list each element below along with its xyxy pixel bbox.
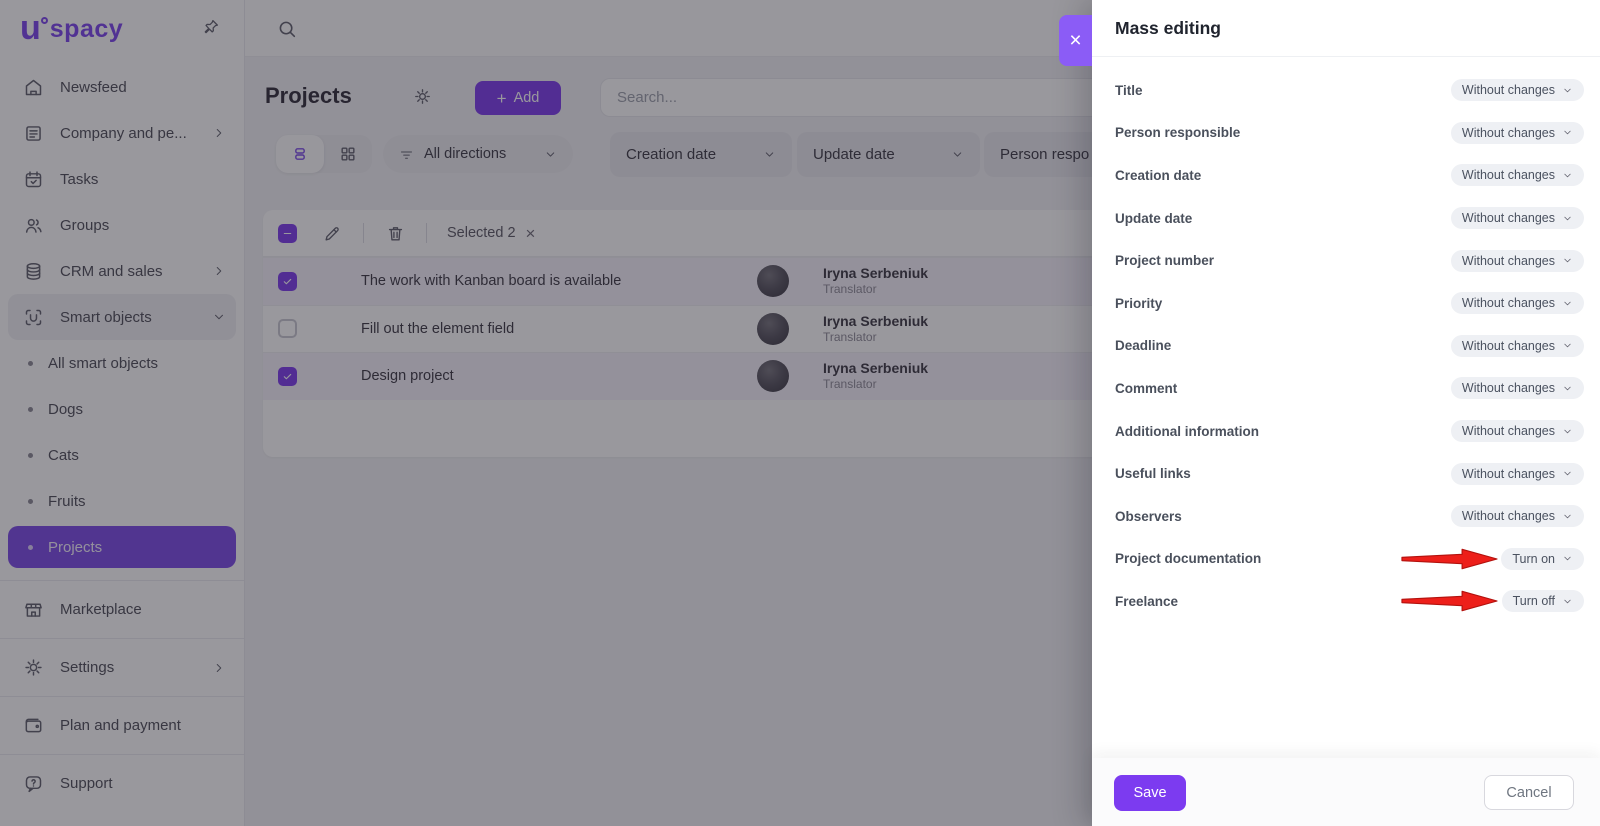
chevron-down-icon bbox=[1564, 514, 1571, 518]
field-label: Project documentation bbox=[1115, 551, 1262, 567]
chevron-down-icon bbox=[1564, 301, 1571, 306]
field-value-dropdown[interactable]: Without changes bbox=[1450, 505, 1584, 528]
chevron-down-icon bbox=[1564, 557, 1571, 561]
field-value: Without changes bbox=[1461, 83, 1555, 98]
save-button[interactable]: Save bbox=[1114, 775, 1186, 811]
chevron-down-icon bbox=[1564, 429, 1571, 433]
cancel-button[interactable]: Cancel bbox=[1484, 775, 1574, 810]
close-panel-button[interactable]: × bbox=[1059, 15, 1092, 66]
field-label: Update date bbox=[1115, 210, 1193, 226]
field-row-observers: Observers Without changes bbox=[1092, 495, 1600, 538]
field-row-freelance: Freelance Turn off bbox=[1092, 580, 1600, 623]
field-row-project-number: Project number Without changes bbox=[1092, 239, 1600, 282]
field-value-dropdown[interactable]: Without changes bbox=[1450, 462, 1584, 485]
field-row-creation-date: Creation date Without changes bbox=[1092, 154, 1600, 197]
field-value-dropdown[interactable]: Without changes bbox=[1450, 334, 1584, 357]
field-value-dropdown[interactable]: Without changes bbox=[1450, 79, 1584, 102]
field-value-dropdown[interactable]: Without changes bbox=[1450, 249, 1584, 272]
field-value: Without changes bbox=[1461, 424, 1555, 439]
field-value: Without changes bbox=[1461, 466, 1555, 481]
field-row-person-responsible: Person responsible Without changes bbox=[1092, 112, 1600, 155]
panel-fields: Title Without changes Person responsible… bbox=[1092, 57, 1600, 623]
field-value-dropdown[interactable]: Without changes bbox=[1450, 164, 1584, 187]
field-label: Useful links bbox=[1115, 466, 1191, 482]
field-row-priority: Priority Without changes bbox=[1092, 282, 1600, 325]
field-label: Creation date bbox=[1115, 167, 1202, 183]
chevron-down-icon bbox=[1564, 131, 1571, 135]
field-row-useful-links: Useful links Without changes bbox=[1092, 452, 1600, 495]
field-row-deadline: Deadline Without changes bbox=[1092, 325, 1600, 368]
field-label: Project number bbox=[1115, 253, 1215, 269]
field-label: Comment bbox=[1115, 380, 1178, 396]
chevron-down-icon bbox=[1564, 88, 1571, 93]
field-value-dropdown[interactable]: Turn off bbox=[1501, 590, 1584, 613]
chevron-down-icon bbox=[1564, 599, 1571, 604]
chevron-down-icon bbox=[1564, 173, 1571, 178]
field-value: Turn off bbox=[1512, 594, 1555, 609]
field-label: Person responsible bbox=[1115, 125, 1241, 141]
field-label: Deadline bbox=[1115, 338, 1172, 354]
field-value: Turn on bbox=[1512, 551, 1555, 566]
field-row-title: Title Without changes bbox=[1092, 69, 1600, 112]
field-value: Without changes bbox=[1461, 253, 1555, 268]
field-value: Without changes bbox=[1461, 381, 1555, 396]
field-value: Without changes bbox=[1461, 338, 1555, 353]
mass-editing-panel: × Mass editing Title Without changes Per… bbox=[1059, 0, 1600, 826]
field-value-dropdown[interactable]: Without changes bbox=[1450, 292, 1584, 315]
annotation-arrow bbox=[1401, 591, 1498, 612]
panel-footer: Save Cancel bbox=[1092, 758, 1600, 826]
chevron-down-icon bbox=[1564, 216, 1571, 220]
field-row-comment: Comment Without changes bbox=[1092, 367, 1600, 410]
field-value: Without changes bbox=[1461, 509, 1555, 524]
field-label: Additional information bbox=[1115, 423, 1259, 439]
field-value: Without changes bbox=[1461, 296, 1555, 311]
field-label: Freelance bbox=[1115, 593, 1179, 609]
field-label: Priority bbox=[1115, 295, 1163, 311]
panel-title: Mass editing bbox=[1115, 17, 1221, 38]
app-window: u spacy Newsfeed Company and pe... Tasks bbox=[0, 0, 1600, 826]
field-label: Observers bbox=[1115, 508, 1182, 524]
field-value: Without changes bbox=[1461, 168, 1555, 183]
field-value: Without changes bbox=[1461, 211, 1555, 226]
field-row-additional-information: Additional information Without changes bbox=[1092, 410, 1600, 453]
field-value-dropdown[interactable]: Without changes bbox=[1450, 420, 1584, 443]
field-value: Without changes bbox=[1461, 125, 1555, 140]
field-value-dropdown[interactable]: Without changes bbox=[1450, 207, 1584, 230]
close-icon: × bbox=[1069, 28, 1082, 52]
field-value-dropdown[interactable]: Without changes bbox=[1450, 377, 1584, 400]
field-label: Title bbox=[1115, 82, 1143, 98]
panel-header: Mass editing bbox=[1092, 0, 1600, 57]
modal-dim-overlay[interactable] bbox=[0, 0, 1092, 826]
annotation-arrow bbox=[1401, 548, 1498, 570]
field-row-update-date: Update date Without changes bbox=[1092, 197, 1600, 240]
chevron-down-icon bbox=[1564, 258, 1571, 263]
field-value-dropdown[interactable]: Turn on bbox=[1501, 547, 1584, 570]
chevron-down-icon bbox=[1564, 386, 1571, 391]
chevron-down-icon bbox=[1564, 471, 1571, 476]
field-row-project-documentation: Project documentation Turn on bbox=[1092, 538, 1600, 581]
chevron-down-icon bbox=[1564, 344, 1571, 348]
field-value-dropdown[interactable]: Without changes bbox=[1450, 121, 1584, 144]
